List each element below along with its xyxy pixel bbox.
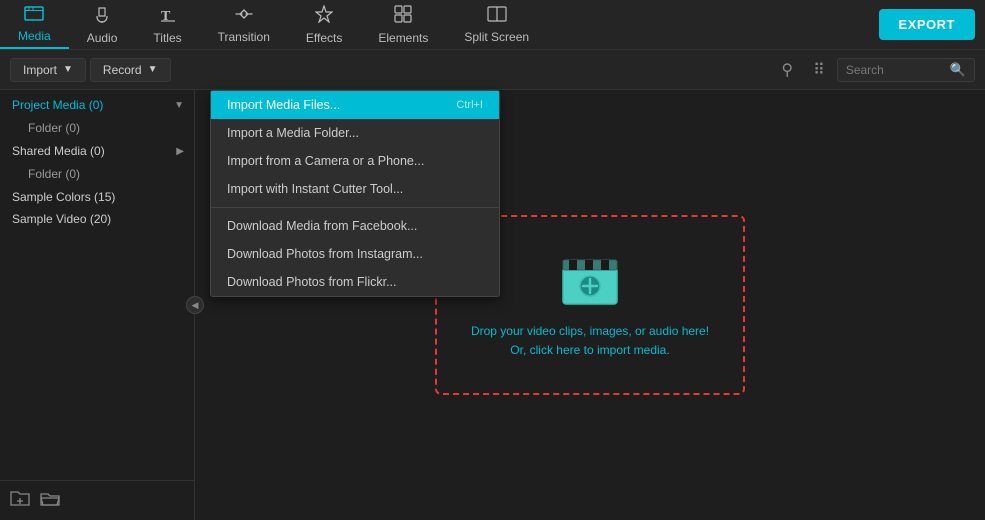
sidebar-label-project-media: Project Media (0): [12, 98, 103, 112]
export-button[interactable]: EXPORT: [879, 9, 975, 40]
import-button[interactable]: Import ▼: [10, 58, 86, 82]
search-box: 🔍: [837, 58, 975, 82]
top-nav: Media Audio T Titles Transition: [0, 0, 985, 50]
sidebar-bottom: [0, 480, 194, 520]
sidebar-label-folder-0: Folder (0): [28, 121, 80, 135]
main-area: Project Media (0) ▼ Folder (0) Shared Me…: [0, 90, 985, 520]
nav-label-media: Media: [18, 29, 51, 43]
dropdown-divider: [211, 207, 499, 208]
import-files-label: Import Media Files...: [227, 98, 340, 112]
sidebar-item-sample-video[interactable]: Sample Video (20): [0, 208, 194, 230]
record-arrow-icon: ▼: [148, 64, 158, 75]
chevron-down-icon: ▼: [174, 100, 184, 111]
sidebar: Project Media (0) ▼ Folder (0) Shared Me…: [0, 90, 195, 520]
nav-label-audio: Audio: [87, 31, 118, 45]
nav-item-effects[interactable]: Effects: [288, 0, 360, 49]
toolbar: Import ▼ Record ▼ ⚲ ⠿ 🔍: [0, 50, 985, 90]
nav-item-audio[interactable]: Audio: [69, 0, 136, 49]
sidebar-sub-project: Folder (0): [0, 116, 194, 140]
sidebar-label-shared-media: Shared Media (0): [12, 144, 105, 158]
filter-icon[interactable]: ⚲: [773, 56, 801, 84]
sidebar-item-folder-0[interactable]: Folder (0): [28, 118, 194, 138]
dropdown-item-import-folder[interactable]: Import a Media Folder...: [211, 119, 499, 147]
dropdown-item-flickr[interactable]: Download Photos from Flickr...: [211, 268, 499, 296]
nav-label-titles: Titles: [153, 31, 181, 45]
open-folder-icon[interactable]: [40, 489, 60, 512]
collapse-sidebar-button[interactable]: ◀: [186, 296, 204, 314]
effects-icon: [315, 5, 333, 28]
dropdown-item-instagram[interactable]: Download Photos from Instagram...: [211, 240, 499, 268]
chevron-right-icon: ▶: [176, 146, 184, 157]
nav-item-media[interactable]: Media: [0, 0, 69, 49]
dropdown-item-import-cutter[interactable]: Import with Instant Cutter Tool...: [211, 175, 499, 203]
new-folder-icon[interactable]: [10, 489, 30, 512]
facebook-label: Download Media from Facebook...: [227, 219, 417, 233]
import-camera-label: Import from a Camera or a Phone...: [227, 154, 424, 168]
audio-icon: [93, 5, 111, 28]
sidebar-label-sample-video: Sample Video (20): [12, 212, 111, 226]
content-area: Import Media Files... Ctrl+I Import a Me…: [195, 90, 985, 520]
sidebar-label-sample-colors: Sample Colors (15): [12, 190, 115, 204]
drop-zone-line2: Or, click here to import media.: [471, 341, 709, 360]
dropdown-item-facebook[interactable]: Download Media from Facebook...: [211, 212, 499, 240]
dropdown-item-import-camera[interactable]: Import from a Camera or a Phone...: [211, 147, 499, 175]
search-input[interactable]: [846, 63, 946, 77]
elements-icon: [394, 5, 412, 28]
import-arrow-icon: ▼: [63, 64, 73, 75]
sidebar-sub-shared: Folder (0): [0, 162, 194, 186]
clapperboard-icon: [555, 250, 625, 310]
transition-icon: [234, 6, 254, 27]
nav-label-split-screen: Split Screen: [464, 30, 529, 44]
media-icon: [24, 5, 44, 26]
import-files-shortcut: Ctrl+I: [456, 99, 483, 111]
flickr-label: Download Photos from Flickr...: [227, 275, 397, 289]
instagram-label: Download Photos from Instagram...: [227, 247, 423, 261]
titles-icon: T: [159, 5, 177, 28]
drop-zone-text: Drop your video clips, images, or audio …: [471, 322, 709, 360]
nav-item-transition[interactable]: Transition: [200, 0, 288, 49]
record-button[interactable]: Record ▼: [90, 58, 171, 82]
search-icon: 🔍: [950, 62, 966, 78]
nav-item-elements[interactable]: Elements: [360, 0, 446, 49]
drop-zone-line1: Drop your video clips, images, or audio …: [471, 322, 709, 341]
nav-label-effects: Effects: [306, 31, 342, 45]
sidebar-item-shared-media[interactable]: Shared Media (0) ▶: [0, 140, 194, 162]
sidebar-label-folder-1: Folder (0): [28, 167, 80, 181]
import-label: Import: [23, 63, 57, 77]
import-folder-label: Import a Media Folder...: [227, 126, 359, 140]
nav-label-elements: Elements: [378, 31, 428, 45]
nav-item-titles[interactable]: T Titles: [135, 0, 199, 49]
nav-label-transition: Transition: [218, 30, 270, 44]
import-cutter-label: Import with Instant Cutter Tool...: [227, 182, 403, 196]
sidebar-item-folder-1[interactable]: Folder (0): [28, 164, 194, 184]
dropdown-item-import-files[interactable]: Import Media Files... Ctrl+I: [211, 91, 499, 119]
sidebar-item-sample-colors[interactable]: Sample Colors (15): [0, 186, 194, 208]
sidebar-item-project-media[interactable]: Project Media (0) ▼: [0, 94, 194, 116]
nav-item-split-screen[interactable]: Split Screen: [446, 0, 547, 49]
grid-icon[interactable]: ⠿: [805, 56, 833, 84]
split-screen-icon: [487, 6, 507, 27]
record-label: Record: [103, 63, 142, 77]
import-dropdown-menu: Import Media Files... Ctrl+I Import a Me…: [210, 90, 500, 297]
